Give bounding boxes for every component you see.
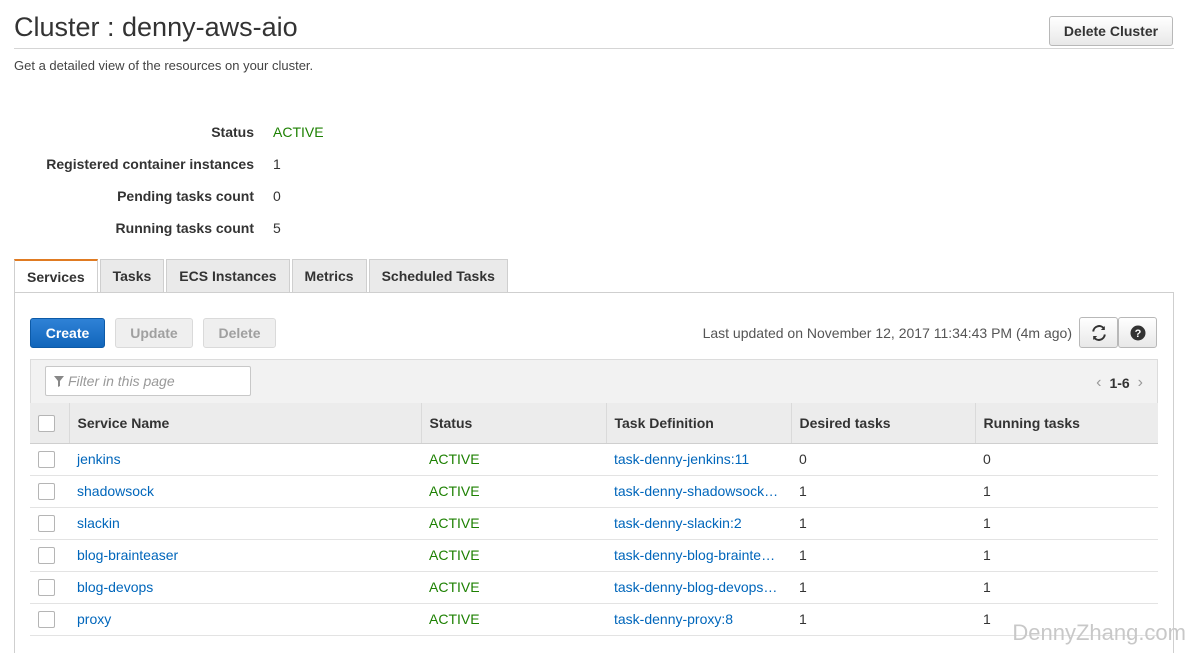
row-checkbox[interactable] bbox=[38, 514, 55, 532]
service-name-link[interactable]: blog-brainteaser bbox=[77, 547, 178, 563]
running-tasks: 1 bbox=[983, 515, 991, 531]
title-divider bbox=[14, 48, 1174, 49]
desired-tasks: 0 bbox=[799, 451, 807, 467]
row-checkbox[interactable] bbox=[38, 482, 55, 500]
column-header[interactable]: Running tasks bbox=[974, 403, 1158, 444]
task-definition-link[interactable]: task-denny-blog-devops… bbox=[614, 579, 777, 595]
row-checkbox[interactable] bbox=[38, 578, 55, 596]
help-button[interactable]: ? bbox=[1118, 317, 1157, 348]
service-status: ACTIVE bbox=[429, 547, 480, 563]
column-header[interactable]: Task Definition bbox=[605, 403, 791, 444]
chevron-left-icon[interactable]: ‹ bbox=[1096, 374, 1101, 392]
service-name-link[interactable]: proxy bbox=[77, 611, 111, 627]
summary-label: Pending tasks count bbox=[117, 188, 254, 204]
running-tasks: 0 bbox=[983, 451, 991, 467]
row-checkbox[interactable] bbox=[38, 450, 55, 468]
running-tasks: 1 bbox=[983, 611, 991, 627]
table-row: slackin ACTIVE task-denny-slackin:2 1 1 bbox=[30, 507, 1158, 540]
chevron-right-icon[interactable]: › bbox=[1138, 374, 1143, 392]
summary-label: Status bbox=[211, 124, 254, 140]
task-definition-link[interactable]: task-denny-blog-brainte… bbox=[614, 547, 775, 563]
refresh-button[interactable] bbox=[1079, 317, 1118, 348]
pagination-range: 1-6 bbox=[1109, 375, 1130, 391]
table-row: shadowsock ACTIVE task-denny-shadowsock…… bbox=[30, 475, 1158, 508]
service-name-link[interactable]: shadowsock bbox=[77, 483, 154, 499]
delete-cluster-button[interactable]: Delete Cluster bbox=[1049, 16, 1173, 46]
pagination: ‹ 1-6 › bbox=[1096, 374, 1143, 392]
task-definition-link[interactable]: task-denny-shadowsock… bbox=[614, 483, 778, 499]
service-name-link[interactable]: blog-devops bbox=[77, 579, 153, 595]
page-subtitle: Get a detailed view of the resources on … bbox=[14, 58, 314, 73]
summary-value: 0 bbox=[273, 188, 281, 204]
summary-label: Running tasks count bbox=[115, 220, 254, 236]
desired-tasks: 1 bbox=[799, 547, 807, 563]
tab-metrics[interactable]: Metrics bbox=[291, 259, 367, 292]
table-row: jenkins ACTIVE task-denny-jenkins:11 0 0 bbox=[30, 443, 1158, 476]
service-name-link[interactable]: slackin bbox=[77, 515, 120, 531]
running-tasks: 1 bbox=[983, 547, 991, 563]
services-table: Service Name Status Task Definition Desi… bbox=[30, 403, 1158, 636]
filter-icon bbox=[54, 376, 64, 387]
service-status: ACTIVE bbox=[429, 579, 480, 595]
service-name-link[interactable]: jenkins bbox=[77, 451, 121, 467]
watermark-text: DennyZhang.com bbox=[1012, 620, 1186, 645]
select-all-cell bbox=[30, 403, 69, 444]
service-status: ACTIVE bbox=[429, 451, 480, 467]
create-service-button[interactable]: Create bbox=[30, 318, 105, 348]
row-checkbox[interactable] bbox=[38, 610, 55, 628]
cluster-tabs: Services Tasks ECS Instances Metrics Sch… bbox=[14, 259, 510, 293]
column-header[interactable]: Status bbox=[420, 403, 606, 444]
delete-service-button[interactable]: Delete bbox=[203, 318, 276, 348]
service-status: ACTIVE bbox=[429, 611, 480, 627]
row-select-cell bbox=[30, 507, 69, 540]
table-row: blog-brainteaser ACTIVE task-denny-blog-… bbox=[30, 539, 1158, 572]
desired-tasks: 1 bbox=[799, 579, 807, 595]
filter-input[interactable]: Filter in this page bbox=[45, 366, 251, 396]
task-definition-link[interactable]: task-denny-jenkins:11 bbox=[614, 451, 749, 467]
row-select-cell bbox=[30, 603, 69, 636]
running-tasks: 1 bbox=[983, 483, 991, 499]
row-select-cell bbox=[30, 443, 69, 476]
refresh-icon bbox=[1091, 324, 1106, 341]
select-all-checkbox[interactable] bbox=[38, 414, 55, 432]
task-definition-link[interactable]: task-denny-proxy:8 bbox=[614, 611, 733, 627]
page-title: Cluster : denny-aws-aio bbox=[14, 12, 298, 42]
summary-value: ACTIVE bbox=[273, 124, 324, 140]
row-checkbox[interactable] bbox=[38, 546, 55, 564]
column-header[interactable]: Desired tasks bbox=[790, 403, 975, 444]
desired-tasks: 1 bbox=[799, 611, 807, 627]
column-header[interactable]: Service Name bbox=[68, 403, 421, 444]
service-status: ACTIVE bbox=[429, 483, 480, 499]
summary-value: 5 bbox=[273, 220, 281, 236]
tab-services[interactable]: Services bbox=[14, 259, 98, 293]
tab-ecs-instances[interactable]: ECS Instances bbox=[166, 259, 290, 292]
tab-scheduled-tasks[interactable]: Scheduled Tasks bbox=[368, 259, 508, 292]
update-service-button[interactable]: Update bbox=[115, 318, 193, 348]
row-select-cell bbox=[30, 571, 69, 604]
summary-value: 1 bbox=[273, 156, 281, 172]
row-select-cell bbox=[30, 539, 69, 572]
summary-label: Registered container instances bbox=[46, 156, 254, 172]
service-status: ACTIVE bbox=[429, 515, 480, 531]
help-icon: ? bbox=[1130, 325, 1145, 340]
desired-tasks: 1 bbox=[799, 515, 807, 531]
row-select-cell bbox=[30, 475, 69, 508]
filter-placeholder: Filter in this page bbox=[68, 373, 175, 389]
task-definition-link[interactable]: task-denny-slackin:2 bbox=[614, 515, 742, 531]
table-header-row: Service Name Status Task Definition Desi… bbox=[30, 403, 1158, 444]
table-row: blog-devops ACTIVE task-denny-blog-devop… bbox=[30, 571, 1158, 604]
table-row: proxy ACTIVE task-denny-proxy:8 1 1 bbox=[30, 603, 1158, 636]
tab-tasks[interactable]: Tasks bbox=[99, 259, 165, 292]
running-tasks: 1 bbox=[983, 579, 991, 595]
desired-tasks: 1 bbox=[799, 483, 807, 499]
filter-bar: Filter in this page ‹ 1-6 › bbox=[30, 359, 1158, 403]
last-updated-text: Last updated on November 12, 2017 11:34:… bbox=[702, 325, 1072, 341]
svg-text:?: ? bbox=[1134, 328, 1141, 340]
